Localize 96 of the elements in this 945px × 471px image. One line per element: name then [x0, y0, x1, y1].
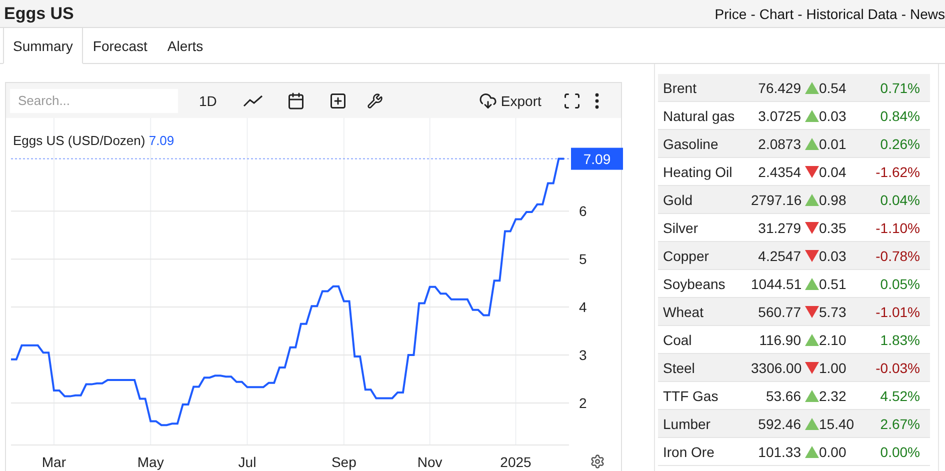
interval-button[interactable]: 1D: [193, 90, 223, 110]
percent-cell-text: 4.52%: [879, 388, 920, 404]
calendar-icon: [286, 92, 305, 110]
chart-title: Eggs US (USD/Dozen) 7.09: [13, 133, 174, 148]
commodity-row[interactable]: Copper 4.2547 0.03 -0.78%: [658, 242, 930, 270]
price-cell-text: 116.90: [758, 332, 801, 348]
commodity-row[interactable]: Steel 3306.00 1.00 -0.03%: [658, 354, 930, 382]
change-cell-text: 0.51: [819, 276, 848, 292]
commodity-name: Natural gas: [663, 108, 736, 124]
change-cell-text: 0.03: [819, 108, 848, 124]
percent-cell-text: 0.26%: [879, 136, 920, 152]
change-cell-text: 0.35: [819, 220, 848, 236]
cloud-download-icon: [478, 92, 497, 110]
percent-cell-text: 2.67%: [879, 416, 920, 432]
change-cell-text: 0.01: [819, 136, 848, 152]
change-cell-text: 5.73: [819, 304, 848, 320]
commodity-name: Copper: [663, 248, 710, 264]
y-axis-label: 6: [579, 203, 587, 220]
nav-link[interactable]: News: [910, 6, 945, 22]
x-axis-label: Sep: [331, 454, 356, 470]
line-chart-icon: [242, 94, 263, 108]
change-cell-text: 0.00: [819, 444, 848, 460]
commodity-row[interactable]: Gasoline 2.0873 0.01 0.26%: [658, 130, 930, 158]
y-axis-label: 5: [579, 251, 587, 268]
commodity-name: Wheat: [663, 304, 704, 320]
nav-separator: -: [750, 6, 756, 22]
x-axis-label: 2025: [500, 454, 532, 470]
commodity-name: Soybeans: [663, 276, 726, 292]
y-axis-label: 3: [579, 347, 587, 364]
export-button[interactable]: Export: [472, 90, 548, 112]
x-axis-label: May: [137, 454, 164, 470]
wrench-icon: [366, 92, 383, 108]
more-icon: [595, 92, 600, 108]
change-cell-text: 2.10: [819, 332, 848, 348]
tab[interactable]: Summary: [3, 28, 83, 64]
percent-cell: -0.03%: [875, 360, 920, 376]
commodity-name: Lumber: [663, 416, 712, 432]
nav-link[interactable]: Historical Data: [806, 6, 898, 22]
commodity-name: Brent: [663, 80, 698, 96]
percent-cell: -1.01%: [875, 304, 920, 320]
percent-cell-text: 0.84%: [879, 108, 920, 124]
x-axis-label: Mar: [42, 454, 66, 470]
price-badge: 7.09: [571, 148, 623, 170]
commodity-name: TTF Gas: [663, 388, 720, 404]
commodity-row[interactable]: Lumber 592.46 15.40 2.67%: [658, 410, 930, 438]
page-title: Eggs US: [4, 4, 74, 24]
price-cell-text: 3.0725: [757, 108, 801, 124]
commodity-name: Heating Oil: [663, 164, 734, 180]
nav-separator: -: [798, 6, 802, 22]
price-cell-text: 592.46: [757, 416, 801, 432]
change-cell-text: 2.32: [819, 388, 848, 404]
commodity-name: Coal: [663, 332, 693, 348]
price-cell-text: 31.279: [757, 220, 801, 236]
percent-cell-text: 0.71%: [879, 80, 920, 96]
commodity-name: Gasoline: [663, 136, 720, 152]
commodity-row[interactable]: Wheat 560.77 5.73 -1.01%: [658, 298, 930, 326]
change-cell-text: 0.04: [819, 164, 848, 180]
y-axis-label: 4: [579, 299, 587, 316]
price-cell-text: 101.33: [757, 444, 801, 460]
price-cell-text: 2.0873: [757, 136, 801, 152]
price-cell-text: 76.429: [757, 80, 801, 96]
x-axis-label: Nov: [417, 454, 442, 470]
price-cell-text: 2.4354: [757, 164, 801, 180]
percent-cell-text: 0.05%: [879, 276, 920, 292]
price-cell: 1044.51: [751, 276, 801, 292]
percent-cell: -0.78%: [875, 248, 920, 264]
nav-link[interactable]: Chart: [759, 6, 794, 22]
percent-cell-text: 1.83%: [879, 332, 920, 348]
plus-square-icon: [328, 92, 347, 110]
percent-cell: -1.62%: [875, 164, 920, 180]
commodity-name: Gold: [663, 192, 694, 208]
percent-cell-text: 0.00%: [879, 444, 920, 460]
commodity-row[interactable]: Gold 2797.16 0.98 0.04%: [658, 186, 930, 214]
expand-icon: [563, 92, 582, 110]
commodity-row[interactable]: Brent 76.429 0.54 0.71%: [658, 74, 930, 102]
change-cell-text: 1.00: [819, 360, 848, 376]
search-field[interactable]: Search...: [10, 88, 178, 112]
price-cell-text: 53.66: [764, 388, 801, 404]
change-cell-text: 15.40: [819, 416, 856, 432]
price-cell-text: 560.77: [757, 304, 801, 320]
percent-cell-text: 0.04%: [879, 192, 920, 208]
commodity-name: Steel: [663, 360, 696, 376]
price-cell-text: 4.2547: [757, 248, 801, 264]
change-cell-text: 0.03: [819, 248, 848, 264]
commodity-name: Iron Ore: [663, 444, 716, 460]
nav-link[interactable]: Price: [714, 6, 747, 22]
percent-cell: -1.10%: [875, 220, 920, 236]
y-axis-label: 2: [579, 395, 587, 412]
nav-separator: -: [901, 6, 906, 22]
price-cell: 2797.16: [751, 192, 801, 208]
change-cell-text: 0.54: [819, 80, 848, 96]
change-cell-text: 0.98: [819, 192, 848, 208]
x-axis-label: Jul: [238, 454, 256, 470]
price-cell: 3306.00: [751, 360, 801, 376]
commodity-name: Silver: [663, 220, 700, 236]
settings-icon: [592, 455, 604, 468]
